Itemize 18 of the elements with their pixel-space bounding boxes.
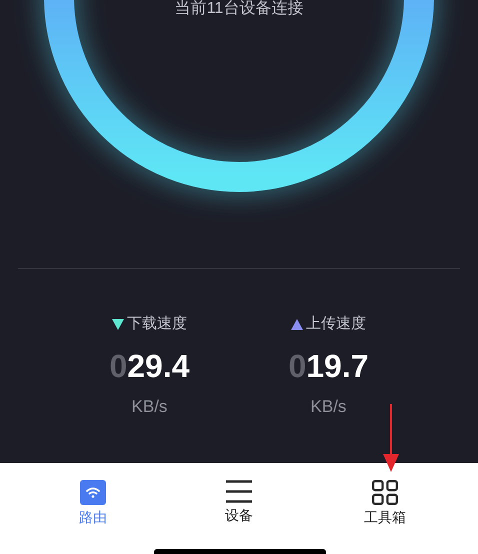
down-triangle-icon: [112, 318, 124, 330]
speed-label: 下载速度: [126, 314, 187, 334]
tab-bar-item[interactable]: 路由: [43, 480, 143, 525]
leading-zero: 0: [109, 348, 128, 384]
speed-label: 上传速度: [306, 314, 366, 334]
annotation-arrow: [382, 404, 400, 472]
speed-value: 19.7: [306, 348, 369, 384]
grid-icon: [372, 480, 398, 505]
wifi-icon: [80, 480, 106, 505]
leading-zero: 0: [288, 348, 306, 384]
speed-unit: KB/s: [132, 396, 168, 418]
tab-bar-item[interactable]: 设备: [189, 480, 289, 525]
menu-icon: [226, 480, 252, 503]
speed-unit: KB/s: [310, 396, 346, 418]
up-triangle-icon: [290, 318, 303, 330]
tab-bar-item[interactable]: 工具箱: [335, 480, 435, 525]
connection-status-text: 当前11台设备连接: [174, 0, 304, 18]
speed-value: 29.4: [127, 348, 190, 384]
